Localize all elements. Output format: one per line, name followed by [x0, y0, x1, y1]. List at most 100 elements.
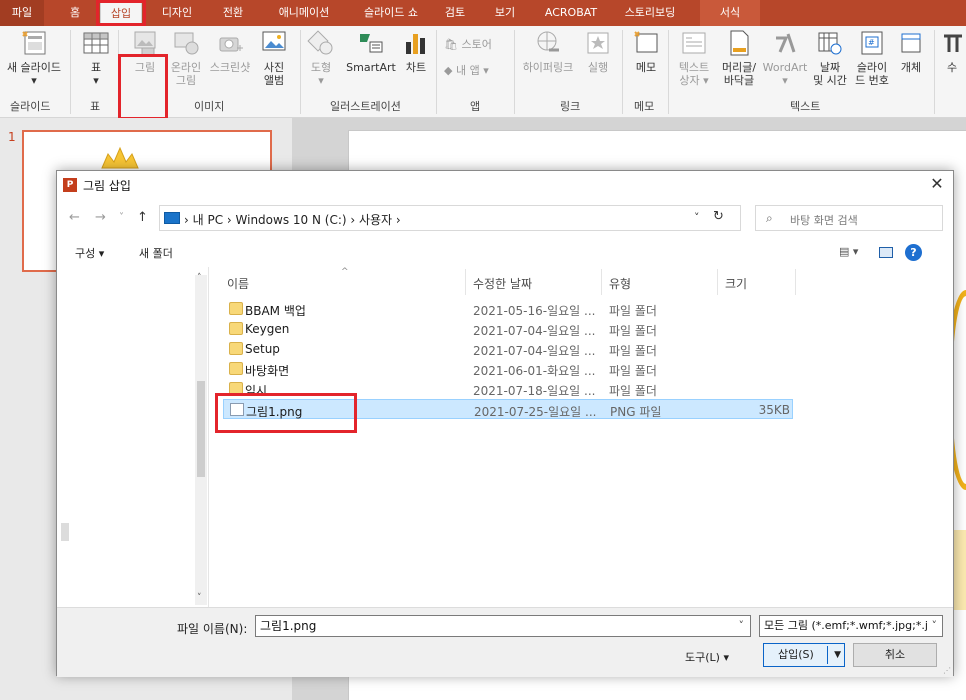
split-divider	[827, 646, 828, 664]
chart-button[interactable]: 차트	[400, 28, 432, 74]
column-divider[interactable]	[795, 269, 796, 295]
tab-transitions[interactable]: 전환	[214, 0, 252, 26]
column-divider[interactable]	[601, 269, 602, 295]
tab-storyboarding[interactable]: 스토리보딩	[614, 0, 686, 26]
textbox-button[interactable]: 텍스트 상자 ▾	[674, 28, 714, 87]
header-footer-button[interactable]: 머리글/바닥글	[716, 28, 762, 87]
group-label-links: 링크	[560, 100, 581, 113]
help-icon[interactable]: ?	[905, 244, 922, 261]
address-bar[interactable]: › 내 PC › Windows 10 N (C:) › 사용자 › ˅	[159, 205, 741, 231]
photo-album-button[interactable]: 사진 앨범	[254, 28, 294, 87]
insert-button[interactable]: 삽입(S) ▼	[763, 643, 845, 667]
navigation-pane[interactable]: ˄ ˅	[57, 267, 209, 607]
tab-slideshow[interactable]: 슬라이드 쇼	[352, 0, 430, 26]
navigation-pane-item[interactable]	[61, 523, 69, 541]
tab-view[interactable]: 보기	[490, 0, 520, 26]
sort-ascending-icon: ^	[341, 267, 349, 277]
new-slide-button[interactable]: 새 슬라이드 ▾	[4, 28, 64, 87]
dropdown-caret-icon: ▾	[31, 74, 37, 87]
file-row[interactable]: Setup 2021-07-04-일요일 ... 파일 폴더	[223, 339, 793, 359]
tab-design[interactable]: 디자인	[152, 0, 202, 26]
date-time-button[interactable]: 날짜 및 시간	[810, 28, 850, 87]
file-type: PNG 파일	[610, 405, 662, 419]
chevron-down-icon[interactable]: ˅	[739, 616, 745, 636]
online-picture-button[interactable]: 온라인 그림	[166, 28, 206, 87]
table-button[interactable]: 표 ▾	[78, 28, 114, 87]
organize-button[interactable]: 구성 ▾	[75, 245, 104, 261]
equation-button[interactable]: 수	[938, 28, 966, 74]
store-button[interactable]: 🛍 스토어	[444, 36, 504, 54]
hyperlink-button[interactable]: 하이퍼링크	[518, 28, 578, 74]
memo-icon	[634, 31, 658, 53]
object-button[interactable]: 개체	[894, 28, 928, 74]
breadcrumb[interactable]: › 내 PC › Windows 10 N (C:) › 사용자 ›	[184, 211, 401, 228]
folder-icon	[229, 342, 243, 355]
navigation-scrollbar[interactable]: ˄ ˅	[195, 273, 207, 605]
navigation-bar: ← → ˅ ↑ › 내 PC › Windows 10 N (C:) › 사용자…	[57, 201, 953, 235]
cancel-button[interactable]: 취소	[853, 643, 937, 667]
file-row[interactable]: BBAM 백업 2021-05-16-일요일 ... 파일 폴더	[223, 299, 793, 319]
chevron-down-icon[interactable]: ˅	[694, 211, 700, 224]
file-type-filter[interactable]: 모든 그림 (*.emf;*.wmf;*.jpg;*.j ˅	[759, 615, 943, 637]
close-icon[interactable]: ✕	[927, 174, 947, 194]
preview-pane-icon[interactable]	[879, 247, 893, 258]
slide-number-button[interactable]: # 슬라이 드 번호	[852, 28, 892, 87]
back-arrow-icon[interactable]: ←	[69, 210, 80, 225]
new-slide-label: 새 슬라이드	[6, 61, 62, 74]
table-icon	[83, 32, 109, 54]
forward-arrow-icon[interactable]: →	[95, 210, 106, 225]
scroll-up-icon[interactable]: ˄	[197, 273, 202, 283]
up-arrow-icon[interactable]: ↑	[137, 210, 148, 225]
screenshot-button[interactable]: 스크린샷	[206, 28, 254, 74]
shapes-icon	[307, 30, 333, 55]
tab-file[interactable]: 파일	[0, 0, 44, 26]
chevron-down-icon[interactable]: ˅	[929, 616, 937, 636]
file-list: 이름 ^ 수정한 날짜 유형 크기 BBAM 백업 2021-05-16-일요일…	[215, 267, 953, 605]
dropdown-caret-icon: ▾	[93, 74, 99, 87]
column-header-date[interactable]: 수정한 날짜	[473, 275, 532, 292]
column-header-type[interactable]: 유형	[609, 275, 631, 292]
ribbon-separator	[514, 30, 515, 114]
view-options-icon[interactable]: ▤ ▾	[839, 245, 858, 258]
scrollbar-thumb[interactable]	[197, 381, 205, 477]
ribbon-separator	[934, 30, 935, 114]
memo-button[interactable]: 메모	[628, 28, 664, 74]
highlight-picture-button	[118, 54, 168, 120]
search-placeholder[interactable]: 바탕 화면 검색	[790, 212, 858, 228]
file-row[interactable]: Keygen 2021-07-04-일요일 ... 파일 폴더	[223, 319, 793, 339]
smartart-button[interactable]: SmartArt	[342, 28, 400, 74]
tools-menu[interactable]: 도구(L) ▾	[685, 649, 729, 665]
filename-input[interactable]: 그림1.png ˅	[255, 615, 751, 637]
insert-options-dropdown-icon[interactable]: ▼	[834, 644, 841, 666]
scroll-down-icon[interactable]: ˅	[197, 593, 202, 603]
shapes-button[interactable]: 도형 ▾	[304, 28, 338, 87]
photo-album-icon	[262, 31, 286, 51]
chart-label: 차트	[405, 61, 427, 74]
resize-grip-icon[interactable]: ⋰	[943, 666, 951, 675]
action-button[interactable]: 실행	[580, 28, 616, 74]
tab-review[interactable]: 검토	[440, 0, 470, 26]
tab-format[interactable]: 서식	[700, 0, 760, 26]
my-apps-button[interactable]: ◆ 내 앱 ▾	[444, 62, 514, 80]
recent-dropdown-icon[interactable]: ˅	[119, 212, 124, 223]
wordart-button[interactable]: WordArt ▾	[762, 28, 808, 87]
file-type: 파일 폴더	[609, 344, 657, 358]
equation-label: 수	[946, 61, 958, 74]
file-row[interactable]: 바탕화면 2021-06-01-화요일 ... 파일 폴더	[223, 359, 793, 379]
column-header-name[interactable]: 이름	[227, 275, 249, 292]
folder-icon	[229, 322, 243, 335]
column-divider[interactable]	[717, 269, 718, 295]
search-box[interactable]: ⌕ 바탕 화면 검색	[755, 205, 943, 231]
file-name: Setup	[245, 342, 280, 356]
refresh-icon[interactable]: ↻	[713, 209, 724, 224]
new-folder-button[interactable]: 새 폴더	[139, 245, 173, 261]
textbox-icon	[682, 32, 706, 54]
filename-value[interactable]: 그림1.png	[260, 619, 316, 633]
column-header-size[interactable]: 크기	[725, 275, 747, 292]
header-footer-icon	[730, 30, 749, 56]
tab-home[interactable]: 홈	[60, 0, 90, 26]
tab-acrobat[interactable]: ACROBAT	[538, 0, 604, 26]
tab-animations[interactable]: 애니메이션	[268, 0, 340, 26]
wordart-label: WordArt	[762, 61, 808, 74]
column-divider[interactable]	[465, 269, 466, 295]
